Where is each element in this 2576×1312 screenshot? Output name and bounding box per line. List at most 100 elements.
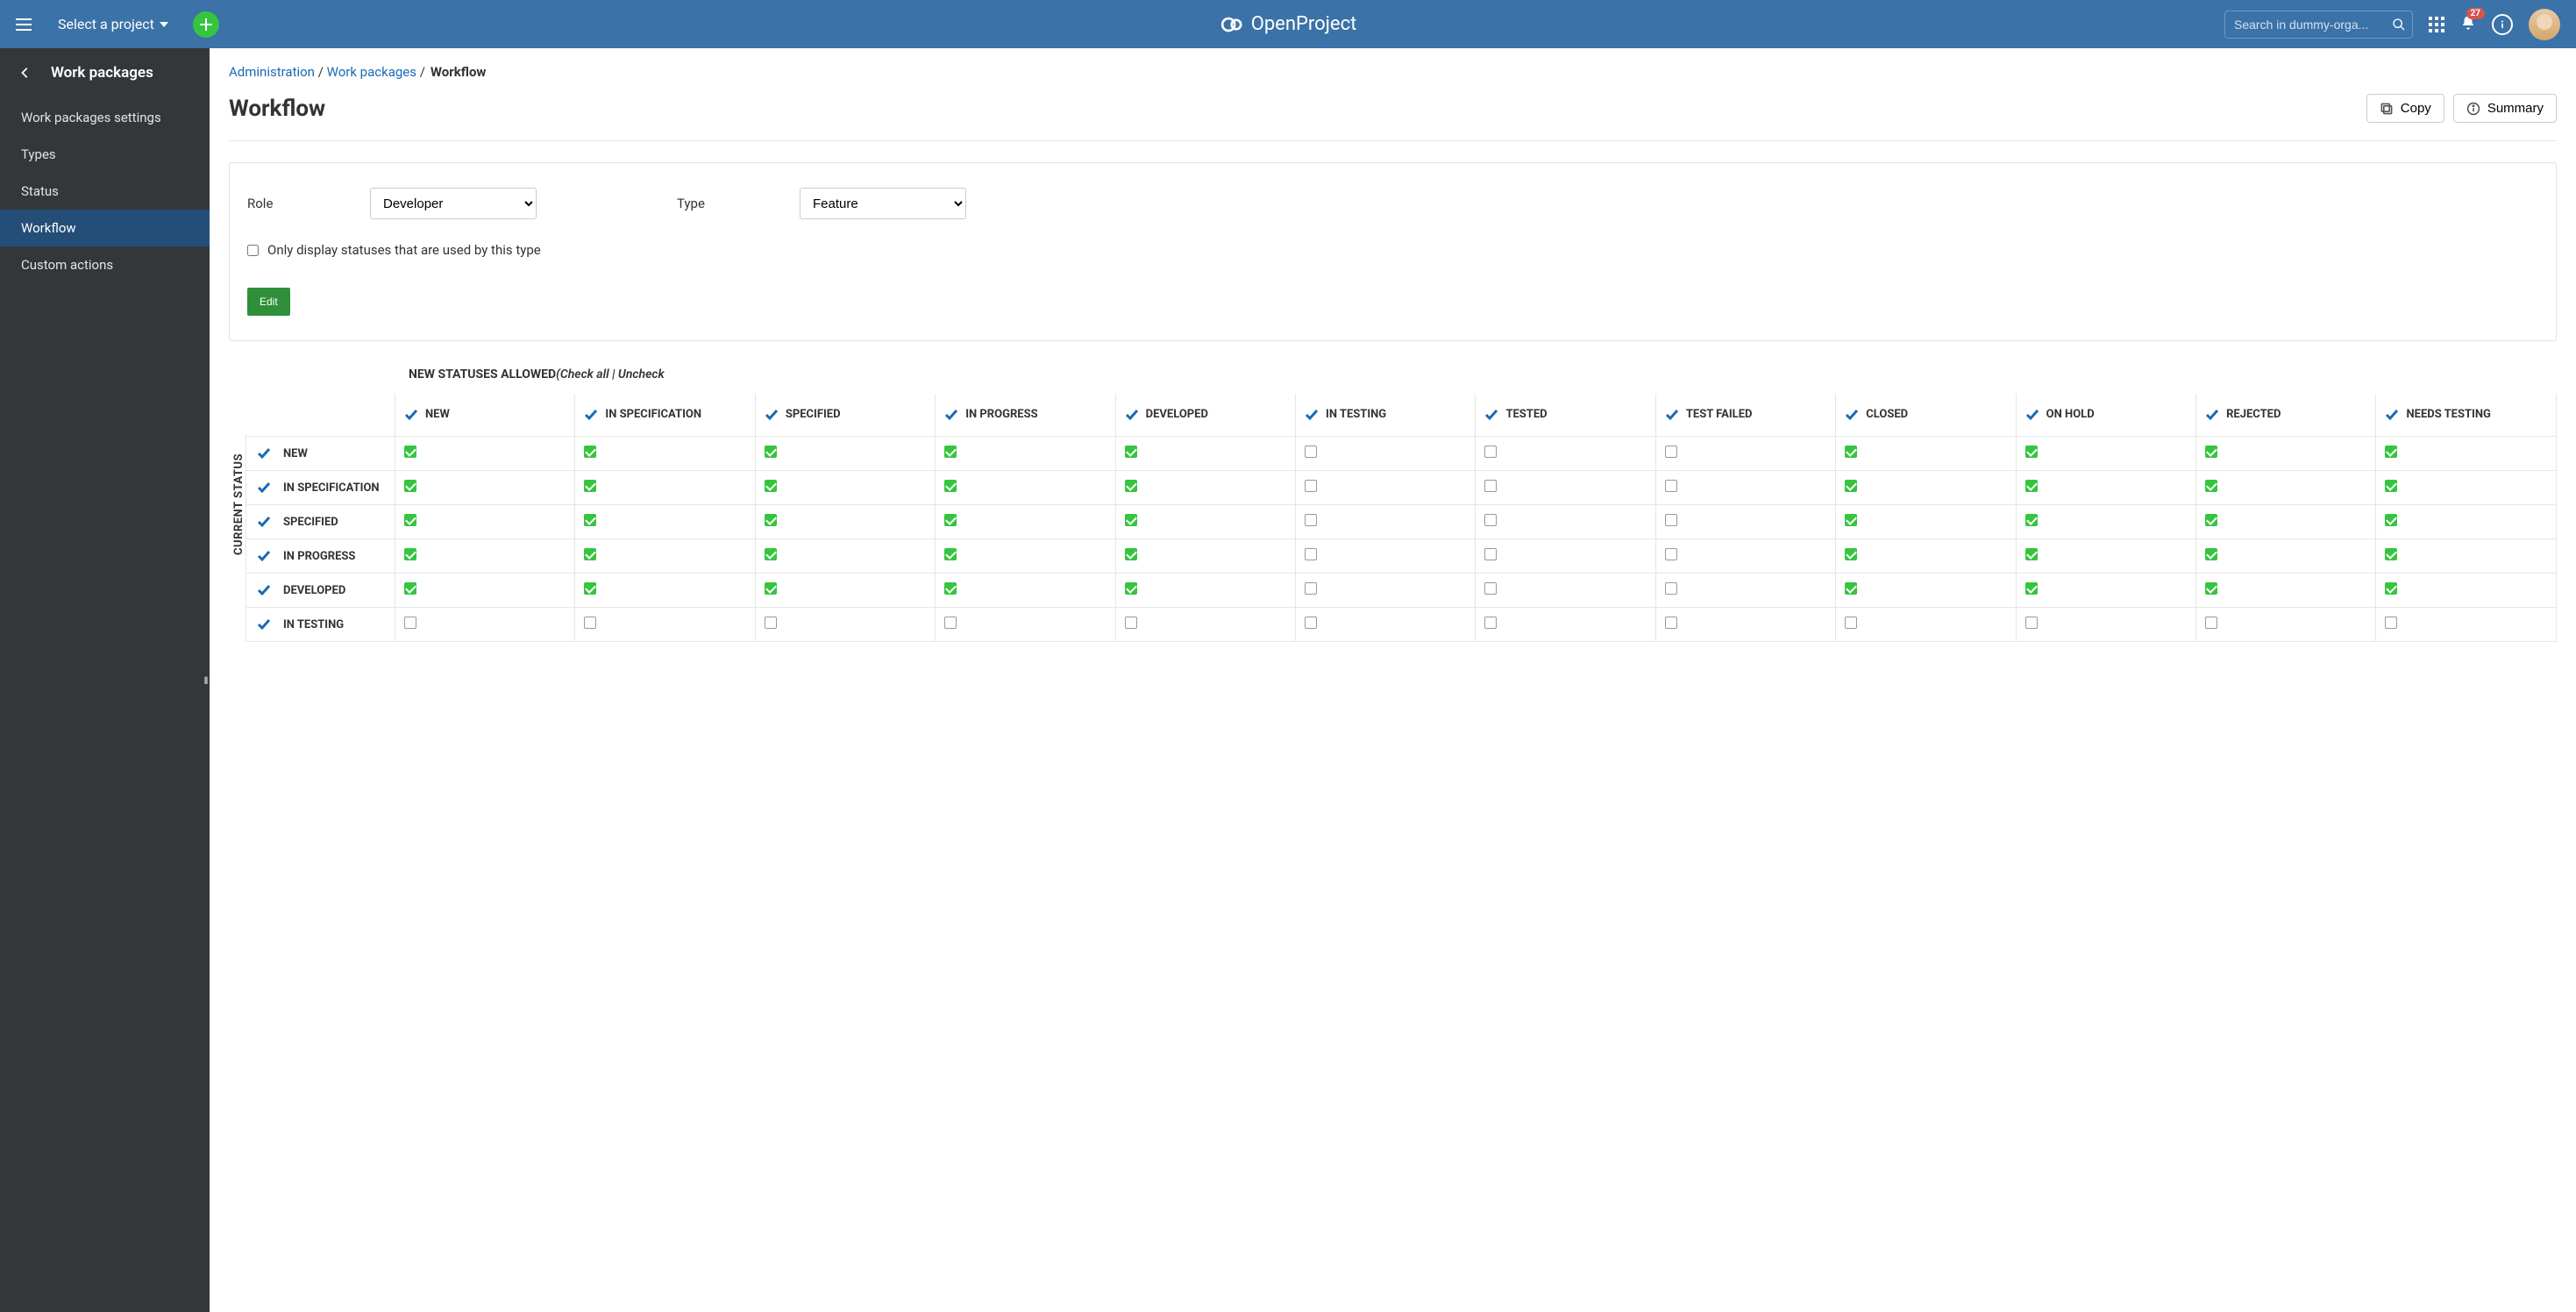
sidebar-resize-handle[interactable]: ‖ xyxy=(202,667,210,694)
transition-cell[interactable] xyxy=(936,539,1115,574)
transition-cell[interactable] xyxy=(755,437,935,471)
transition-cell[interactable] xyxy=(1836,505,2016,539)
transition-cell[interactable] xyxy=(1296,539,1476,574)
transition-cell[interactable] xyxy=(1655,539,1835,574)
transition-cell[interactable] xyxy=(395,608,575,642)
column-header[interactable]: IN PROGRESS xyxy=(936,394,1115,437)
transition-cell[interactable] xyxy=(2196,471,2376,505)
transition-cell[interactable] xyxy=(1655,471,1835,505)
transition-cell[interactable] xyxy=(1655,437,1835,471)
add-button[interactable] xyxy=(193,11,219,38)
sidebar-item-status[interactable]: Status xyxy=(0,173,210,210)
breadcrumb-link[interactable]: Work packages xyxy=(327,64,416,80)
summary-button[interactable]: Summary xyxy=(2453,94,2557,123)
transition-cell[interactable] xyxy=(2376,437,2557,471)
transition-cell[interactable] xyxy=(395,539,575,574)
transition-cell[interactable] xyxy=(1296,574,1476,608)
column-header[interactable]: IN TESTING xyxy=(1296,394,1476,437)
transition-cell[interactable] xyxy=(1655,574,1835,608)
row-header[interactable]: DEVELOPED xyxy=(246,574,395,608)
transition-cell[interactable] xyxy=(395,437,575,471)
row-header[interactable]: IN PROGRESS xyxy=(246,539,395,574)
column-header[interactable]: IN SPECIFICATION xyxy=(575,394,755,437)
transition-cell[interactable] xyxy=(1115,539,1295,574)
transition-cell[interactable] xyxy=(1836,608,2016,642)
transition-cell[interactable] xyxy=(2196,437,2376,471)
row-header[interactable]: NEW xyxy=(246,437,395,471)
transition-cell[interactable] xyxy=(2196,574,2376,608)
transition-cell[interactable] xyxy=(2376,574,2557,608)
sidebar-item-workflow[interactable]: Workflow xyxy=(0,210,210,246)
transition-cell[interactable] xyxy=(936,437,1115,471)
column-header[interactable]: TEST FAILED xyxy=(1655,394,1835,437)
transition-cell[interactable] xyxy=(395,471,575,505)
hamburger-icon[interactable] xyxy=(16,16,33,33)
transition-cell[interactable] xyxy=(575,437,755,471)
transition-cell[interactable] xyxy=(2196,608,2376,642)
transition-cell[interactable] xyxy=(1115,505,1295,539)
apps-grid-icon[interactable] xyxy=(2429,17,2444,32)
filter-statuses-checkbox[interactable] xyxy=(247,245,259,256)
transition-cell[interactable] xyxy=(936,471,1115,505)
transition-cell[interactable] xyxy=(755,505,935,539)
transition-cell[interactable] xyxy=(575,505,755,539)
column-header[interactable]: ON HOLD xyxy=(2016,394,2195,437)
transition-cell[interactable] xyxy=(1476,505,1655,539)
edit-button[interactable]: Edit xyxy=(247,288,290,316)
transition-cell[interactable] xyxy=(2016,539,2195,574)
transition-cell[interactable] xyxy=(1476,471,1655,505)
transition-cell[interactable] xyxy=(2016,574,2195,608)
column-header[interactable]: NEW xyxy=(395,394,575,437)
transition-cell[interactable] xyxy=(2196,539,2376,574)
sidebar-item-types[interactable]: Types xyxy=(0,136,210,173)
transition-cell[interactable] xyxy=(2016,437,2195,471)
notifications-button[interactable]: 27 xyxy=(2460,15,2476,34)
transition-cell[interactable] xyxy=(1296,471,1476,505)
transition-cell[interactable] xyxy=(936,574,1115,608)
transition-cell[interactable] xyxy=(575,574,755,608)
transition-cell[interactable] xyxy=(2376,608,2557,642)
global-search[interactable] xyxy=(2224,11,2413,39)
transition-cell[interactable] xyxy=(936,505,1115,539)
transition-cell[interactable] xyxy=(1476,437,1655,471)
column-header[interactable]: REJECTED xyxy=(2196,394,2376,437)
transition-cell[interactable] xyxy=(1836,471,2016,505)
transition-cell[interactable] xyxy=(575,539,755,574)
sidebar-back[interactable]: Work packages xyxy=(0,64,210,99)
transition-cell[interactable] xyxy=(395,505,575,539)
transition-cell[interactable] xyxy=(2376,505,2557,539)
transition-cell[interactable] xyxy=(936,608,1115,642)
transition-cell[interactable] xyxy=(1115,608,1295,642)
sidebar-item-work-packages-settings[interactable]: Work packages settings xyxy=(0,99,210,136)
transition-cell[interactable] xyxy=(1115,437,1295,471)
transition-cell[interactable] xyxy=(2016,505,2195,539)
transition-cell[interactable] xyxy=(1296,608,1476,642)
transition-cell[interactable] xyxy=(1115,471,1295,505)
row-header[interactable]: IN TESTING xyxy=(246,608,395,642)
role-select[interactable]: Developer xyxy=(370,188,537,219)
transition-cell[interactable] xyxy=(395,574,575,608)
transition-cell[interactable] xyxy=(1836,539,2016,574)
type-select[interactable]: Feature xyxy=(800,188,966,219)
transition-cell[interactable] xyxy=(1655,608,1835,642)
column-header[interactable]: TESTED xyxy=(1476,394,1655,437)
transition-cell[interactable] xyxy=(1655,505,1835,539)
transition-cell[interactable] xyxy=(1476,574,1655,608)
column-header[interactable]: NEEDS TESTING xyxy=(2376,394,2557,437)
transition-cell[interactable] xyxy=(1836,574,2016,608)
transition-cell[interactable] xyxy=(1296,437,1476,471)
transition-cell[interactable] xyxy=(2376,471,2557,505)
transition-cell[interactable] xyxy=(1296,505,1476,539)
transition-cell[interactable] xyxy=(1115,574,1295,608)
column-header[interactable]: SPECIFIED xyxy=(755,394,935,437)
transition-cell[interactable] xyxy=(1476,608,1655,642)
sidebar-item-custom-actions[interactable]: Custom actions xyxy=(0,246,210,283)
help-button[interactable] xyxy=(2492,14,2513,35)
transition-cell[interactable] xyxy=(2376,539,2557,574)
row-header[interactable]: IN SPECIFICATION xyxy=(246,471,395,505)
transition-cell[interactable] xyxy=(2196,505,2376,539)
column-header[interactable]: DEVELOPED xyxy=(1115,394,1295,437)
search-input[interactable] xyxy=(2224,11,2413,39)
transition-cell[interactable] xyxy=(1836,437,2016,471)
transition-cell[interactable] xyxy=(2016,608,2195,642)
